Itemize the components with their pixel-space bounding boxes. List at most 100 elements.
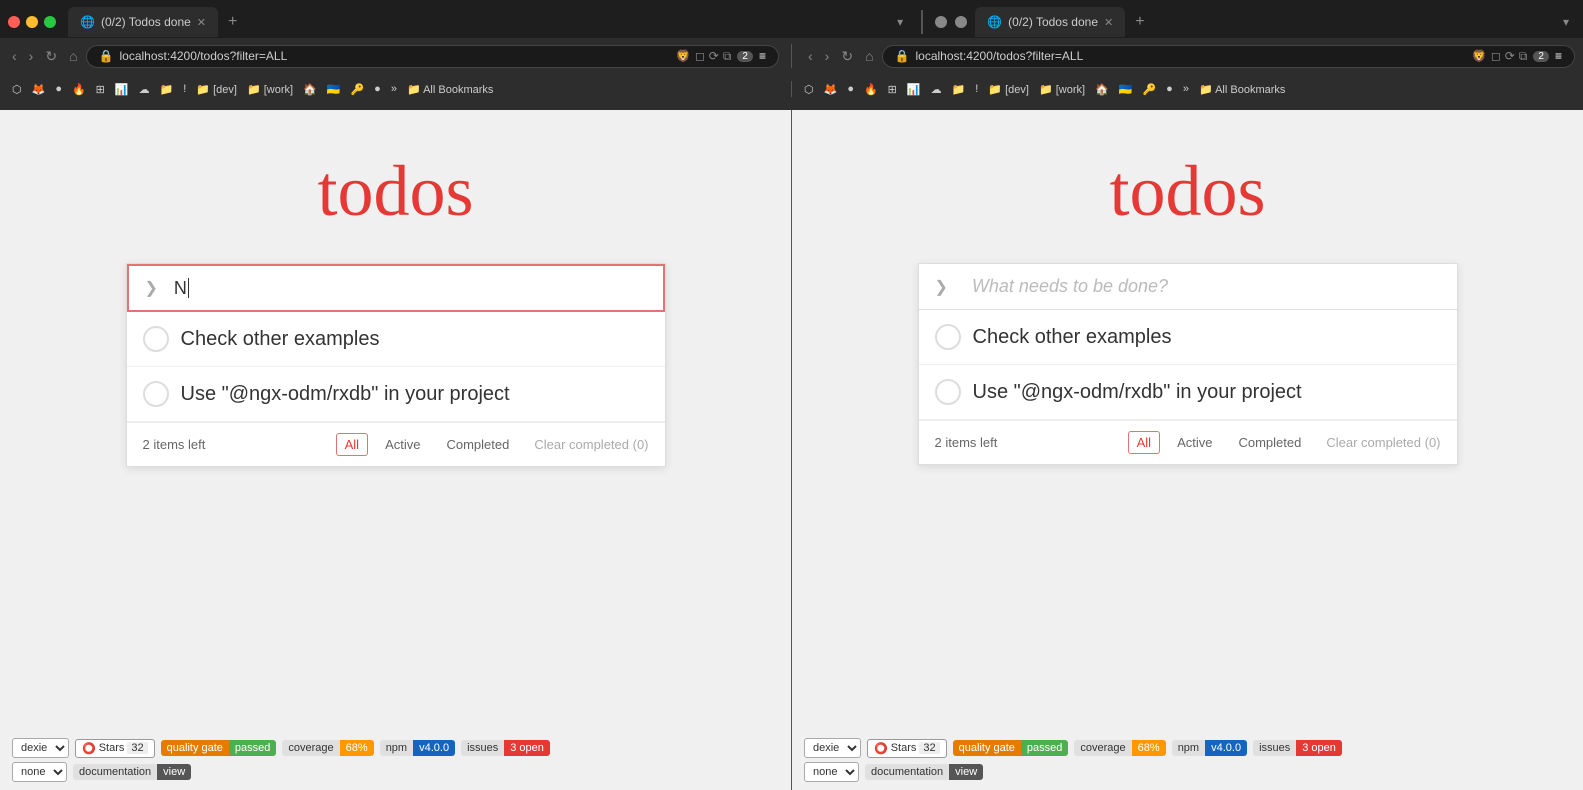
npm-label-right: npm	[1172, 740, 1205, 756]
rbm-cloud[interactable]: ☁	[927, 81, 946, 98]
rbm-folder-dev[interactable]: 📁 [dev]	[984, 81, 1033, 98]
pip-icon: ⧉	[723, 49, 732, 64]
todo-item-left-1: Use "@ngx-odm/rxdb" in your project	[127, 367, 665, 422]
traffic-lights-left	[8, 16, 56, 28]
bm-fire[interactable]: 🔥	[68, 81, 90, 98]
reload-btn-right[interactable]: ↻	[837, 46, 857, 67]
app-title-right: todos	[1109, 150, 1265, 233]
rbm-house[interactable]: 🏠	[1091, 81, 1113, 98]
toggle-all-btn-left[interactable]: ❯	[129, 266, 174, 310]
home-btn-right[interactable]: ⌂	[861, 46, 877, 66]
bm-flag[interactable]: 🇺🇦	[323, 81, 345, 98]
clear-completed-btn-right[interactable]: Clear completed (0)	[1326, 435, 1440, 450]
bm-more[interactable]: »	[387, 81, 401, 97]
badge-count-right: 2	[1533, 51, 1549, 62]
shield-icon-left: 🔒	[99, 49, 114, 63]
badges-row-bottom-left: none documentation view	[12, 762, 779, 782]
bm-grid[interactable]: ⊞	[92, 81, 109, 98]
sync-icon: ⟳	[709, 49, 719, 64]
db-select-right[interactable]: dexie	[804, 738, 861, 758]
filter-active-btn-left[interactable]: Active	[376, 433, 429, 456]
rbm-flag[interactable]: 🇺🇦	[1115, 81, 1137, 98]
back-btn-left[interactable]: ‹	[8, 46, 21, 66]
traffic-light-red[interactable]	[8, 16, 20, 28]
tab-add-right[interactable]: +	[1129, 11, 1150, 33]
filter-all-btn-right[interactable]: All	[1128, 431, 1160, 454]
tab-left[interactable]: 🌐 left (0/2) Todos done ✕	[68, 7, 218, 37]
bm-dot[interactable]: ●	[51, 81, 66, 97]
tab-right[interactable]: 🌐 (0/2) Todos done ✕	[975, 7, 1125, 37]
bm-folder-work[interactable]: 📁 [work]	[243, 81, 297, 98]
rbm-fire[interactable]: 🔥	[860, 81, 882, 98]
bm-folder1[interactable]: 📁	[156, 81, 178, 98]
rbm-chart[interactable]: 📊	[903, 81, 925, 98]
todo-checkbox-left-0[interactable]	[143, 326, 169, 352]
bm-chart[interactable]: 📊	[111, 81, 133, 98]
todo-input-right[interactable]	[964, 264, 1457, 309]
menu-btn-right[interactable]: ≡	[1555, 49, 1562, 63]
rbm-dot2[interactable]: ●	[1162, 81, 1177, 97]
filter-select-left[interactable]: none	[12, 762, 67, 782]
stars-badge-left: ⭕ Stars 32	[75, 739, 155, 758]
todo-checkbox-left-1[interactable]	[143, 381, 169, 407]
rbm-grid[interactable]: ⊞	[884, 81, 901, 98]
bm-github[interactable]: ⬡	[8, 81, 26, 98]
bm-key[interactable]: 🔑	[346, 81, 368, 98]
tab-chevron-left[interactable]: ▾	[891, 13, 909, 31]
tab-close-left[interactable]: ✕	[197, 16, 206, 29]
filter-active-btn-right[interactable]: Active	[1168, 431, 1221, 454]
qg-label-right: quality gate	[953, 740, 1021, 756]
rbm-fox[interactable]: 🦊	[820, 81, 842, 98]
tab-favicon-right: 🌐	[987, 15, 1002, 29]
clear-completed-btn-left[interactable]: Clear completed (0)	[534, 437, 648, 452]
rbm-folder-work[interactable]: 📁 [work]	[1035, 81, 1089, 98]
address-bar-left[interactable]: 🔒 localhost:4200/todos?filter=ALL 🦁 ◻ ⟳ …	[86, 45, 779, 68]
tab-label-left: (0/2) Todos done	[101, 15, 191, 29]
address-bar-right[interactable]: 🔒 localhost:4200/todos?filter=ALL 🦁 ◻ ⟳ …	[882, 45, 1575, 68]
issues-value-left: 3 open	[504, 740, 550, 756]
rbm-more[interactable]: »	[1179, 81, 1193, 97]
cov-label-left: coverage	[282, 740, 339, 756]
tab-add-left[interactable]: +	[222, 11, 243, 33]
home-btn-left[interactable]: ⌂	[65, 46, 81, 66]
bm-house[interactable]: 🏠	[299, 81, 321, 98]
rbm-folder1[interactable]: 📁	[948, 81, 970, 98]
traffic-light-yellow[interactable]	[26, 16, 38, 28]
todo-checkbox-right-1[interactable]	[935, 379, 961, 405]
rbm-dot[interactable]: ●	[843, 81, 858, 97]
text-cursor-left	[188, 278, 189, 297]
filter-select-right[interactable]: none	[804, 762, 859, 782]
bm-cloud[interactable]: ☁	[135, 81, 154, 98]
forward-btn-right[interactable]: ›	[821, 46, 834, 66]
db-select-left[interactable]: dexie	[12, 738, 69, 758]
back-btn-right[interactable]: ‹	[804, 46, 817, 66]
npm-badge-right: npm v4.0.0	[1172, 740, 1247, 756]
filter-all-btn-left[interactable]: All	[336, 433, 368, 456]
todo-checkbox-right-0[interactable]	[935, 324, 961, 350]
stars-count-left: 32	[127, 742, 147, 754]
ext-icon: ◻	[695, 49, 705, 64]
tab-close-right[interactable]: ✕	[1104, 16, 1113, 29]
bm-fox[interactable]: 🦊	[28, 81, 50, 98]
forward-btn-left[interactable]: ›	[25, 46, 38, 66]
browser-chrome: 🌐 left (0/2) Todos done ✕ + ▾ 🌐 (0/2) To…	[0, 0, 1583, 110]
bm-dot2[interactable]: ●	[370, 81, 385, 97]
reload-btn-left[interactable]: ↻	[41, 46, 61, 67]
issues-badge-right: issues 3 open	[1253, 740, 1342, 756]
rbm-key[interactable]: 🔑	[1138, 81, 1160, 98]
rbm-exclaim[interactable]: !	[971, 81, 982, 97]
coverage-badge-left: coverage 68%	[282, 740, 373, 756]
todo-footer-left: 2 items left All Active Completed Clear …	[127, 422, 665, 466]
menu-btn-left[interactable]: ≡	[759, 49, 766, 63]
bm-exclaim[interactable]: !	[179, 81, 190, 97]
toggle-all-btn-right[interactable]: ❯	[919, 265, 964, 309]
bm-all-left[interactable]: 📁 All Bookmarks	[403, 81, 497, 98]
tab-chevron-right[interactable]: ▾	[1557, 13, 1575, 31]
todo-input-row-left: ❯ N	[127, 264, 665, 312]
rbm-all-right[interactable]: 📁 All Bookmarks	[1195, 81, 1289, 98]
rbm-github[interactable]: ⬡	[800, 81, 818, 98]
filter-completed-btn-right[interactable]: Completed	[1229, 431, 1310, 454]
bm-folder-dev[interactable]: 📁 [dev]	[192, 81, 241, 98]
filter-completed-btn-left[interactable]: Completed	[437, 433, 518, 456]
traffic-light-green[interactable]	[44, 16, 56, 28]
